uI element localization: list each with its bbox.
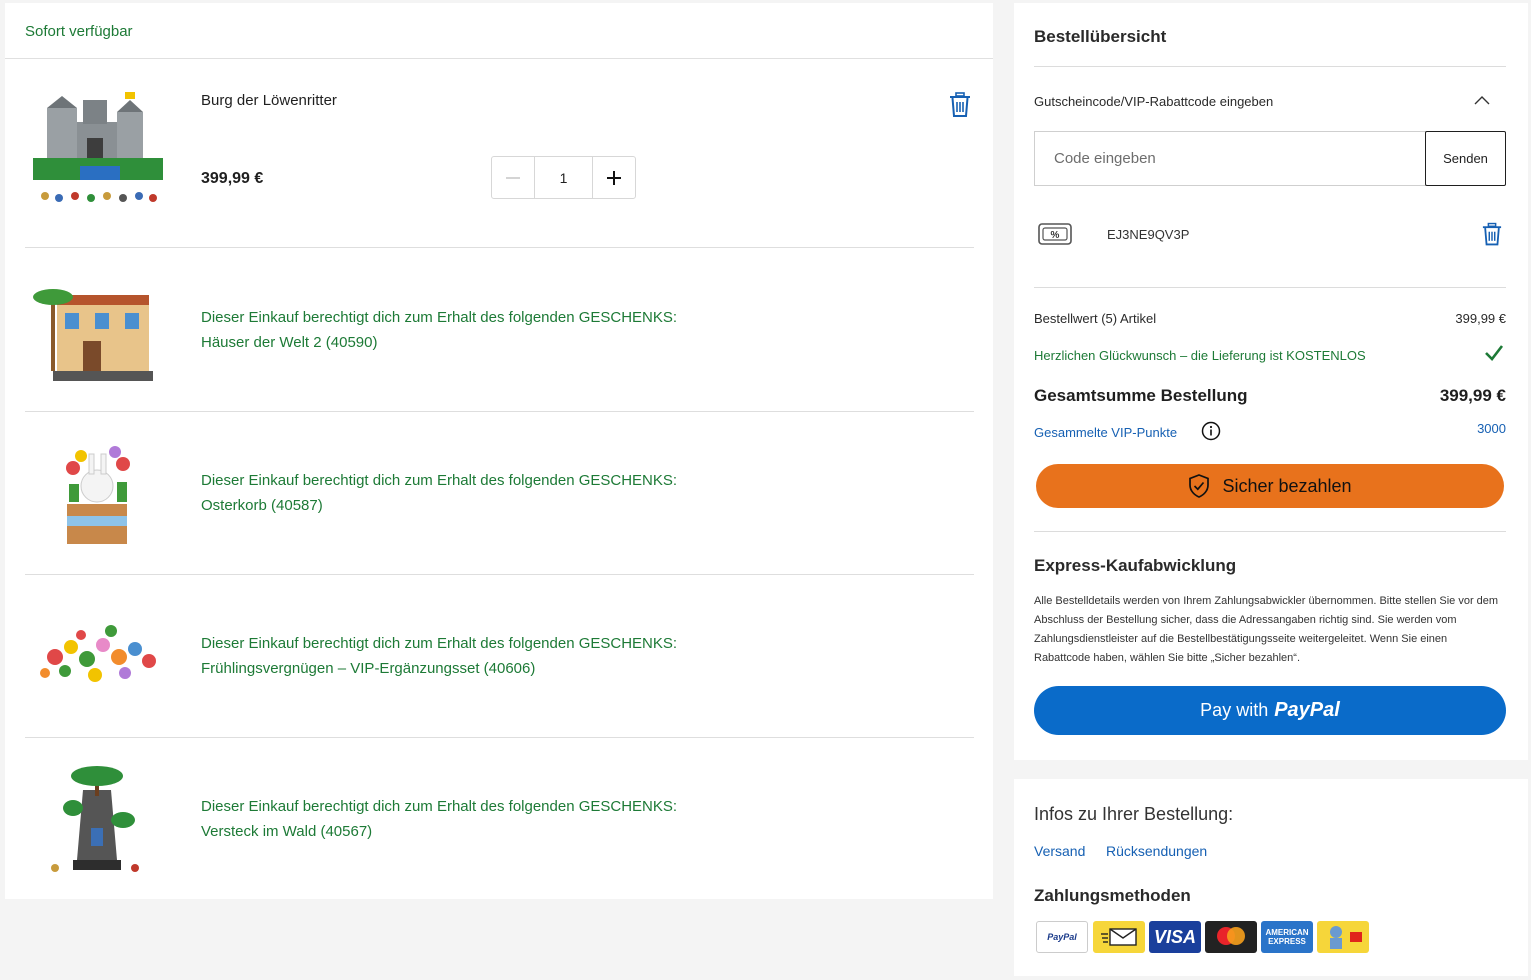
- coupon-toggle[interactable]: Gutscheincode/VIP-Rabattcode eingeben: [1034, 93, 1506, 117]
- remove-coupon-trash-icon[interactable]: [1482, 222, 1502, 246]
- order-summary-panel: Bestellübersicht Gutscheincode/VIP-Rabat…: [1014, 3, 1528, 760]
- paypal-prefix: Pay with: [1200, 700, 1269, 720]
- lego-gift-card-logo: [1317, 921, 1369, 953]
- gift-prefix: Dieser Einkauf berechtigt dich zum Erhal…: [201, 635, 678, 652]
- secure-pay-button[interactable]: Sicher bezahlen: [1036, 464, 1504, 508]
- gift-name: Versteck im Wald (40567): [201, 823, 373, 840]
- availability-label: Sofort verfügbar: [5, 3, 993, 59]
- divider: [1034, 531, 1506, 532]
- checkmark-icon: [1485, 345, 1504, 361]
- divider: [1034, 287, 1506, 288]
- gift-houses-image: [33, 289, 153, 381]
- minus-icon: [506, 176, 520, 179]
- returns-link[interactable]: Rücksendungen: [1106, 843, 1207, 859]
- cart-panel: Sofort verfügbar Burg der Löwenritter 39…: [5, 3, 993, 899]
- express-checkout-title: Express-Kaufabwicklung: [1034, 556, 1237, 575]
- gift-description: Dieser Einkauf berechtigt dich zum Erhal…: [201, 305, 677, 355]
- order-info-title: Infos zu Ihrer Bestellung:: [1034, 804, 1234, 824]
- quantity-stepper: 1: [491, 156, 636, 199]
- mastercard-icon: [1217, 927, 1245, 945]
- increase-quantity-button[interactable]: [593, 157, 635, 198]
- coupon-code-input[interactable]: [1034, 131, 1426, 186]
- order-value: 399,99 €: [1455, 311, 1506, 326]
- total-label: Gesamtsumme Bestellung: [1034, 386, 1248, 405]
- vip-points-value: 3000: [1477, 421, 1506, 436]
- cart-item-row: Burg der Löwenritter 399,99 € 1: [25, 60, 974, 248]
- paypal-logo: PayPal: [1036, 921, 1088, 953]
- shipping-link[interactable]: Versand: [1034, 843, 1085, 859]
- envelope-icon: [1101, 928, 1137, 946]
- shield-check-icon: [1189, 474, 1210, 498]
- gift-prefix: Dieser Einkauf berechtigt dich zum Erhal…: [201, 309, 678, 326]
- castle-product-image: [33, 92, 163, 202]
- amex-logo-text: AMERICAN EXPRESS: [1265, 928, 1309, 946]
- coupon-toggle-label: Gutscheincode/VIP-Rabattcode eingeben: [1034, 94, 1274, 109]
- plus-icon: [607, 170, 621, 185]
- gift-description: Dieser Einkauf berechtigt dich zum Erhal…: [201, 631, 677, 681]
- gift-row: Dieser Einkauf berechtigt dich zum Erhal…: [25, 575, 974, 738]
- coupon-icon: %: [1038, 223, 1072, 245]
- order-value-label: Bestellwert (5) Artikel: [1034, 311, 1157, 326]
- gift-row: Dieser Einkauf berechtigt dich zum Erhal…: [25, 249, 974, 412]
- gift-row: Dieser Einkauf berechtigt dich zum Erhal…: [25, 738, 974, 898]
- gift-row: Dieser Einkauf berechtigt dich zum Erhal…: [25, 412, 974, 575]
- express-checkout-text: Alle Bestelldetails werden von Ihrem Zah…: [1034, 595, 1499, 664]
- vip-points-label: Gesammelte VIP-Punkte: [1034, 425, 1178, 440]
- paypal-brand: PayPal: [1274, 699, 1340, 721]
- gift-spring-set-image: [40, 625, 156, 682]
- amex-logo: AMERICAN EXPRESS: [1261, 921, 1313, 953]
- gift-name: Osterkorb (40587): [201, 497, 323, 514]
- svg-text:%: %: [1051, 230, 1060, 241]
- gift-forest-hideout-image: [51, 766, 139, 872]
- summary-title: Bestellübersicht: [1034, 27, 1167, 46]
- gift-easter-basket-image: [66, 446, 130, 544]
- gift-name: Frühlingsvergnügen – VIP-Ergänzungsset (…: [201, 660, 536, 677]
- divider: [1034, 66, 1506, 67]
- send-code-button[interactable]: Senden: [1425, 131, 1506, 186]
- order-info-panel: Infos zu Ihrer Bestellung: Versand Rücks…: [1014, 779, 1528, 976]
- lego-gift-card-icon: [1330, 926, 1362, 949]
- mastercard-logo: [1205, 921, 1257, 953]
- gift-prefix: Dieser Einkauf berechtigt dich zum Erhal…: [201, 472, 678, 489]
- chevron-up-icon: [1474, 96, 1490, 105]
- remove-item-trash-icon[interactable]: [949, 92, 971, 117]
- gift-name: Häuser der Welt 2 (40590): [201, 334, 378, 351]
- applied-coupon-code: EJ3NE9QV3P: [1107, 227, 1190, 242]
- gift-description: Dieser Einkauf berechtigt dich zum Erhal…: [201, 794, 677, 844]
- payment-methods-title: Zahlungsmethoden: [1034, 886, 1191, 905]
- invoice-payment-logo: [1093, 921, 1145, 953]
- paypal-logo-text: PayPal: [1047, 932, 1077, 942]
- paypal-button[interactable]: Pay with PayPal: [1034, 686, 1506, 735]
- gift-prefix: Dieser Einkauf berechtigt dich zum Erhal…: [201, 798, 678, 815]
- decrease-quantity-button[interactable]: [492, 157, 534, 198]
- total-value: 399,99 €: [1439, 386, 1506, 405]
- item-price: 399,99 €: [201, 170, 264, 187]
- visa-logo: VISA: [1149, 921, 1201, 953]
- gift-description: Dieser Einkauf berechtigt dich zum Erhal…: [201, 468, 677, 518]
- secure-pay-label: Sicher bezahlen: [1222, 475, 1352, 496]
- info-icon[interactable]: [1201, 421, 1221, 441]
- quantity-value[interactable]: 1: [534, 157, 593, 198]
- item-title: Burg der Löwenritter: [201, 92, 337, 109]
- free-shipping-message: Herzlichen Glückwunsch – die Lieferung i…: [1034, 348, 1366, 363]
- visa-logo-text: VISA: [1153, 926, 1196, 947]
